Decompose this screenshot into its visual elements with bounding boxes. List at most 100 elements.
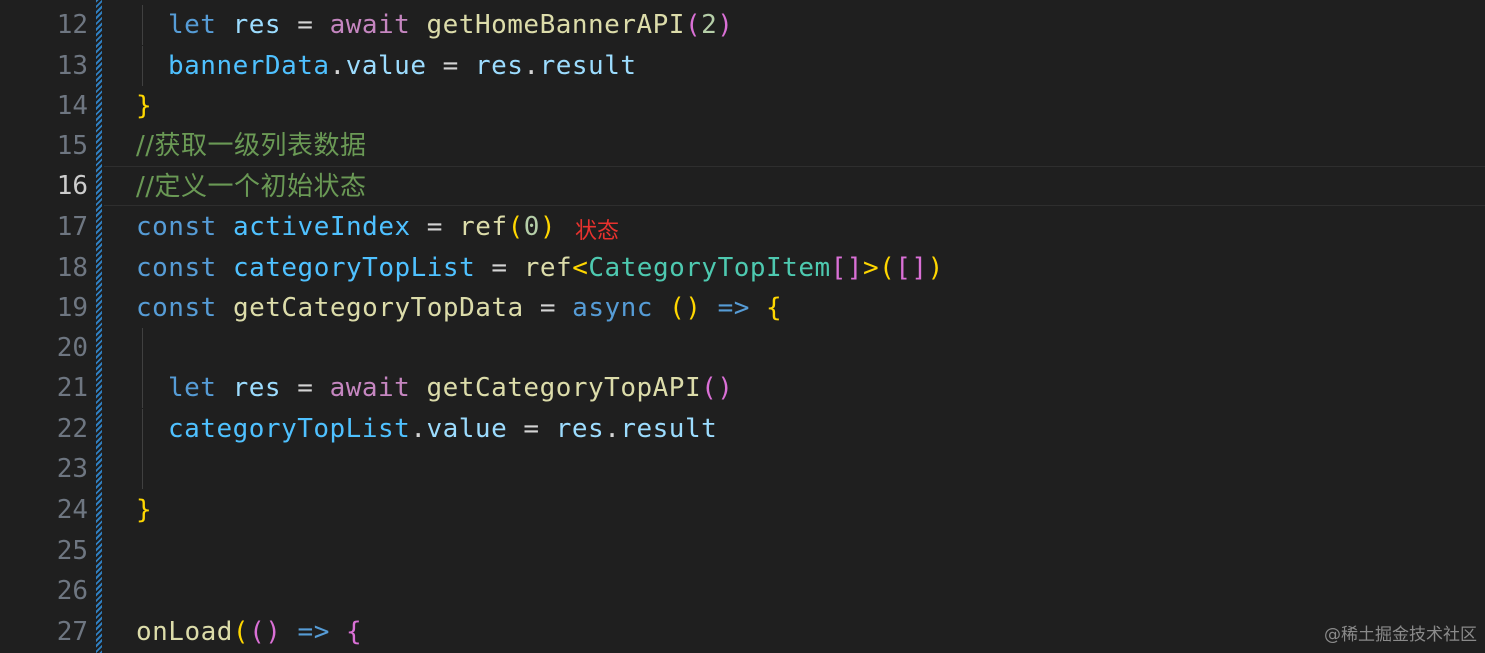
- code-line[interactable]: 14}: [0, 86, 1485, 126]
- code-line-content[interactable]: [104, 571, 1485, 611]
- code-line-content[interactable]: let res = await getHomeBannerAPI(2): [104, 5, 1485, 45]
- code-text: const activeIndex = ref(0): [136, 207, 556, 247]
- code-token: //获取一级列表数据: [136, 131, 367, 161]
- code-token: (: [684, 10, 702, 40]
- code-line-content[interactable]: const activeIndex = ref(0): [104, 207, 1485, 247]
- handwritten-annotation: 状态: [575, 219, 620, 244]
- code-line-content[interactable]: onLoad(() => {: [104, 612, 1485, 652]
- code-token: getCategoryTopData: [232, 293, 524, 323]
- code-line-content[interactable]: //获取一级列表数据: [104, 126, 1485, 166]
- line-number: 18: [56, 253, 88, 283]
- code-token: []: [830, 253, 863, 283]
- code-line[interactable]: 15 //获取一级列表数据: [0, 126, 1485, 166]
- code-token: await: [329, 373, 411, 403]
- code-token: categoryTopList: [168, 414, 411, 444]
- code-token: value: [426, 414, 508, 444]
- code-line-content[interactable]: categoryTopList.value = res.result: [104, 409, 1485, 449]
- code-token: {: [346, 617, 363, 647]
- code-token: (): [249, 617, 282, 647]
- code-line[interactable]: 25: [0, 531, 1485, 571]
- code-line[interactable]: 19 const getCategoryTopData = async () =>…: [0, 288, 1485, 328]
- code-line[interactable]: 17 const activeIndex = ref(0): [0, 207, 1485, 247]
- code-line-content[interactable]: const categoryTopList = ref<CategoryTopI…: [104, 248, 1485, 288]
- code-token: ): [717, 10, 734, 40]
- line-number: 13: [56, 51, 88, 81]
- code-text: let res = await getCategoryTopAPI(): [168, 368, 733, 408]
- code-token: categoryTopList: [232, 253, 476, 283]
- indent-guide: [142, 368, 143, 408]
- code-token: ): [927, 253, 944, 283]
- code-line-content[interactable]: [104, 328, 1485, 368]
- line-number: 17: [56, 212, 88, 242]
- code-token: await: [329, 10, 411, 40]
- code-text: bannerData.value = res.result: [168, 46, 637, 86]
- code-line-content[interactable]: const getCategoryTopData = async () => {: [104, 288, 1485, 328]
- code-line[interactable]: 20: [0, 328, 1485, 368]
- indent-guide: [142, 409, 143, 449]
- code-token: =: [410, 212, 460, 242]
- code-token: bannerData: [168, 51, 330, 81]
- code-text: }: [136, 86, 152, 126]
- code-line-content[interactable]: [104, 449, 1485, 489]
- code-text: categoryTopList.value = res.result: [168, 409, 717, 449]
- code-editor[interactable]: 12 let res = await getHomeBannerAPI(2) 13 b…: [0, 0, 1485, 653]
- code-token: res: [555, 414, 605, 444]
- line-number: 20: [56, 333, 88, 363]
- code-line-content[interactable]: }: [104, 86, 1485, 126]
- code-token: =: [507, 414, 556, 444]
- code-token: //定义一个初始状态: [136, 172, 367, 202]
- code-token: activeIndex: [232, 212, 411, 242]
- code-line[interactable]: 27 onLoad(() => {: [0, 612, 1485, 652]
- code-token: 0: [523, 212, 540, 242]
- code-text: //获取一级列表数据: [136, 126, 367, 166]
- line-number: 23: [56, 454, 88, 484]
- line-number: 22: [56, 414, 88, 444]
- line-number: 16: [56, 171, 88, 201]
- code-text: let res = await getHomeBannerAPI(2): [168, 5, 733, 45]
- code-token: (): [669, 293, 702, 323]
- code-token: 2: [701, 10, 718, 40]
- line-number: 25: [56, 536, 88, 566]
- line-number: 19: [56, 293, 88, 323]
- code-line[interactable]: 13 bannerData.value = res.result: [0, 46, 1485, 86]
- code-line[interactable]: 26: [0, 571, 1485, 611]
- code-line[interactable]: 18 const categoryTopList = ref<CategoryTo…: [0, 248, 1485, 288]
- code-token: ): [539, 212, 557, 242]
- code-line[interactable]: 23: [0, 449, 1485, 489]
- code-token: getHomeBannerAPI: [426, 10, 685, 40]
- indent-guide: [142, 5, 143, 45]
- code-line[interactable]: 21 let res = await getCategoryTopAPI(): [0, 368, 1485, 408]
- code-token: res: [232, 373, 282, 403]
- line-number: 12: [56, 10, 88, 40]
- code-token: let: [168, 373, 217, 403]
- code-token: {: [766, 293, 783, 323]
- code-token: }: [136, 91, 153, 121]
- indent-guide: [142, 449, 143, 489]
- code-token: =>: [717, 293, 750, 323]
- code-line-content[interactable]: bannerData.value = res.result: [104, 46, 1485, 86]
- code-line-content[interactable]: [104, 531, 1485, 571]
- line-number: 27: [56, 617, 88, 647]
- code-line-content[interactable]: let res = await getCategoryTopAPI(): [104, 368, 1485, 408]
- code-token: =: [426, 51, 475, 81]
- code-text: const getCategoryTopData = async () => {: [136, 288, 782, 328]
- code-token: []: [895, 253, 928, 283]
- code-line[interactable]: 12 let res = await getHomeBannerAPI(2): [0, 5, 1485, 45]
- code-line-content[interactable]: }: [104, 490, 1485, 530]
- code-line[interactable]: 22 categoryTopList.value = res.result: [0, 409, 1485, 449]
- indent-guide: [142, 328, 143, 368]
- code-token: =: [523, 293, 573, 323]
- code-token: result: [620, 414, 718, 444]
- code-line-content[interactable]: //定义一个初始状态: [104, 166, 1485, 206]
- code-line[interactable]: 24}: [0, 490, 1485, 530]
- code-line[interactable]: 16 //定义一个初始状态: [0, 166, 1485, 206]
- line-number: 15: [56, 131, 88, 161]
- code-token: const: [136, 253, 217, 283]
